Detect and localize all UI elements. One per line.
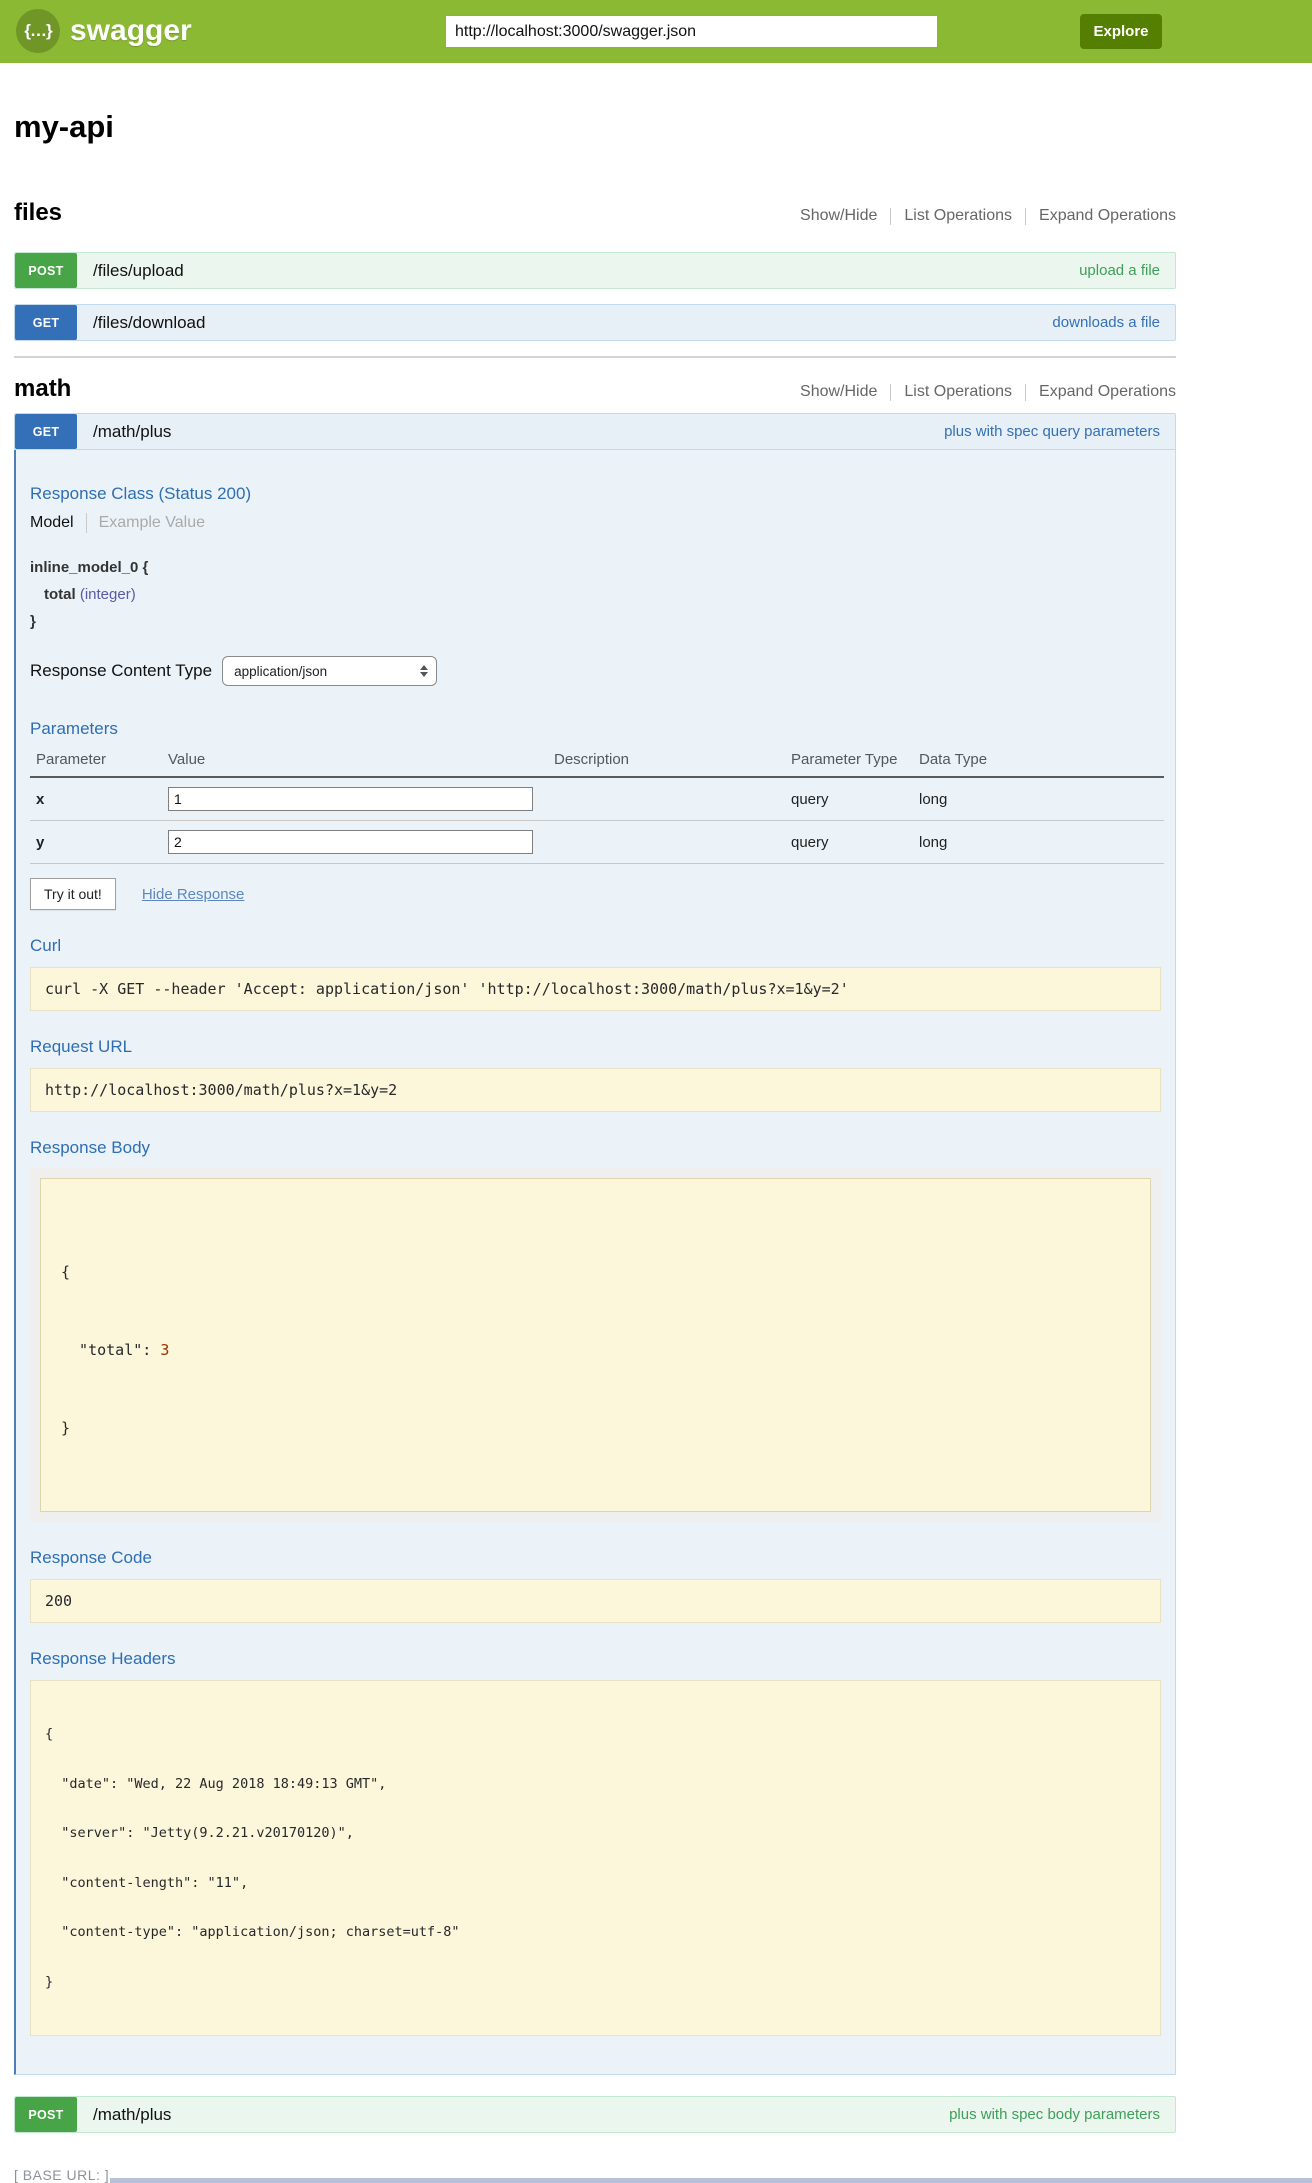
col-parameter-type: Parameter Type [785,747,913,776]
section-divider [14,356,1176,358]
response-code-value: 200 [30,1579,1161,1623]
col-description: Description [548,747,785,776]
post-method-badge: POST [15,2097,77,2132]
op-path-files-upload[interactable]: /files/upload [93,261,184,281]
op-summary-files-upload[interactable]: upload a file [1079,262,1160,279]
resource-title-math[interactable]: math [14,374,71,404]
op-summary-files-download[interactable]: downloads a file [1052,314,1160,331]
spec-url-input[interactable] [445,15,938,48]
files-resource-links: Show/Hide List Operations Expand Operati… [800,207,1176,225]
parameter-row-y: y query long [30,821,1164,864]
swagger-brand-link[interactable]: {…} swagger [16,9,192,53]
parameter-row-x: x query long [30,778,1164,821]
get-method-badge: GET [15,414,77,449]
math-resource-head: math Show/Hide List Operations Expand Op… [14,374,1176,404]
model-tabs: Model Example Value [30,513,1161,533]
model-property-name: total [44,586,76,603]
brand-title: swagger [70,14,192,48]
files-list-operations-link[interactable]: List Operations [904,207,1012,225]
response-content-type-value: application/json [234,664,327,679]
try-row: Try it out! Hide Response [30,878,1161,910]
tab-separator [86,513,87,533]
response-body-json: { "total": 3 } [40,1178,1151,1512]
link-separator [1025,208,1026,225]
math-plus-detail-panel: Response Class (Status 200) Model Exampl… [14,450,1176,2075]
param-type-x: query [785,782,913,817]
explore-button[interactable]: Explore [1080,14,1162,49]
response-headers-heading: Response Headers [30,1649,1161,1669]
col-value: Value [162,747,548,776]
link-separator [890,384,891,401]
hide-response-link[interactable]: Hide Response [142,886,245,903]
json-open-brace: { [61,1259,1130,1285]
files-show-hide-link[interactable]: Show/Hide [800,207,877,225]
param-type-y: query [785,825,913,860]
op-path-files-download[interactable]: /files/download [93,313,205,333]
op-get-math-plus[interactable]: GET /math/plus plus with spec query para… [14,413,1176,450]
param-name-x: x [30,782,162,817]
select-arrows-icon [420,665,428,677]
col-parameter: Parameter [30,747,162,776]
model-signature: inline_model_0 { total (integer) } [30,554,1161,635]
swagger-logo-icon: {…} [16,9,60,53]
param-data-type-y: long [913,825,1164,860]
op-summary-math-plus-post[interactable]: plus with spec body parameters [949,2106,1160,2123]
json-total-line: "total": 3 [61,1337,1130,1363]
math-show-hide-link[interactable]: Show/Hide [800,383,877,401]
resource-title-files[interactable]: files [14,198,62,228]
post-method-badge: POST [15,253,77,288]
op-summary-math-plus-get[interactable]: plus with spec query parameters [944,423,1160,440]
files-resource-head: files Show/Hide List Operations Expand O… [14,198,1176,228]
page-title: my-api [14,108,1176,146]
model-open: inline_model_0 { [30,554,1161,581]
parameters-table-header: Parameter Value Description Parameter Ty… [30,747,1164,778]
op-path-math-plus-post[interactable]: /math/plus [93,2105,171,2125]
response-class-heading: Response Class (Status 200) [30,484,1161,504]
json-total-value: 3 [160,1341,169,1359]
json-close-brace: } [61,1415,1130,1441]
response-code-heading: Response Code [30,1548,1161,1568]
op-path-math-plus-get[interactable]: /math/plus [93,422,171,442]
tab-model[interactable]: Model [30,514,74,532]
response-body-block: { "total": 3 } [30,1168,1161,1522]
model-close: } [30,608,1161,635]
files-resource: files Show/Hide List Operations Expand O… [14,198,1176,341]
bottom-strip [110,2178,1312,2183]
param-value-input-y[interactable] [168,830,533,854]
param-data-type-x: long [913,782,1164,817]
col-data-type: Data Type [913,747,1164,776]
response-content-type-row: Response Content Type application/json [30,656,1161,686]
top-bar: {…} swagger Explore [0,0,1312,63]
curl-command: curl -X GET --header 'Accept: applicatio… [30,967,1161,1011]
param-name-y: y [30,825,162,860]
op-get-files-download[interactable]: GET /files/download downloads a file [14,304,1176,341]
get-method-badge: GET [15,305,77,340]
op-post-files-upload[interactable]: POST /files/upload upload a file [14,252,1176,289]
math-expand-operations-link[interactable]: Expand Operations [1039,383,1176,401]
math-resource-links: Show/Hide List Operations Expand Operati… [800,383,1176,401]
link-separator [890,208,891,225]
response-headers-value: { "date": "Wed, 22 Aug 2018 18:49:13 GMT… [30,1680,1161,2036]
files-expand-operations-link[interactable]: Expand Operations [1039,207,1176,225]
parameters-table: Parameter Value Description Parameter Ty… [30,747,1164,864]
response-content-type-label: Response Content Type [30,661,212,681]
request-url-value: http://localhost:3000/math/plus?x=1&y=2 [30,1068,1161,1112]
parameters-heading: Parameters [30,719,1161,739]
main-content: my-api files Show/Hide List Operations E… [14,108,1176,2183]
try-it-out-button[interactable]: Try it out! [30,878,116,910]
math-list-operations-link[interactable]: List Operations [904,383,1012,401]
param-description-x [548,790,785,808]
param-value-input-x[interactable] [168,787,533,811]
math-resource: math Show/Hide List Operations Expand Op… [14,374,1176,2133]
response-body-heading: Response Body [30,1138,1161,1158]
op-post-math-plus[interactable]: POST /math/plus plus with spec body para… [14,2096,1176,2133]
response-content-type-select[interactable]: application/json [222,656,437,686]
curl-heading: Curl [30,936,1161,956]
request-url-heading: Request URL [30,1037,1161,1057]
model-property-type: (integer) [80,586,136,603]
param-description-y [548,833,785,851]
link-separator [1025,384,1026,401]
tab-example-value[interactable]: Example Value [99,514,205,532]
